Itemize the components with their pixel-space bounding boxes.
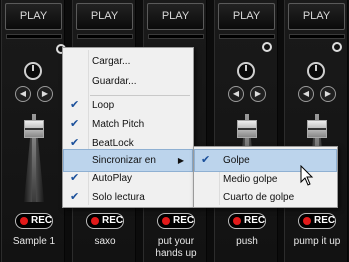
indicator-led bbox=[262, 42, 272, 52]
gain-knob[interactable] bbox=[307, 62, 325, 80]
record-dot-icon bbox=[233, 217, 241, 225]
level-meter bbox=[6, 34, 62, 39]
volume-fader-handle[interactable] bbox=[24, 120, 44, 138]
deck-name: push bbox=[236, 236, 258, 247]
indicator-led bbox=[332, 42, 342, 52]
prev-arrow-icon[interactable]: ◀ bbox=[15, 86, 31, 102]
rec-button[interactable]: REC bbox=[298, 213, 336, 229]
mouse-pointer-icon bbox=[300, 165, 314, 186]
submenu-item-cuarto-de-golpe[interactable]: Cuarto de golpe bbox=[194, 186, 337, 209]
play-button[interactable]: PLAY bbox=[5, 3, 62, 30]
rec-button[interactable]: REC bbox=[228, 213, 266, 229]
menu-item-solo-lectura[interactable]: ✔ Solo lectura bbox=[63, 186, 193, 209]
record-dot-icon bbox=[162, 217, 170, 225]
sync-submenu: ✔ Golpe Medio golpe Cuarto de golpe bbox=[193, 146, 338, 208]
play-button[interactable]: PLAY bbox=[147, 3, 204, 30]
next-arrow-icon[interactable]: ▶ bbox=[37, 86, 53, 102]
rec-button[interactable]: REC bbox=[157, 213, 195, 229]
volume-fader-handle[interactable] bbox=[307, 120, 327, 138]
context-menu: Cargar... Guardar... ✔ Loop ✔ Match Pitch … bbox=[62, 47, 194, 208]
prev-arrow-icon[interactable]: ◀ bbox=[298, 86, 314, 102]
level-meter bbox=[77, 34, 133, 39]
deck-strip-5: PLAY ◀ ▶ REC pump it up bbox=[284, 0, 348, 262]
play-button[interactable]: PLAY bbox=[76, 3, 133, 30]
record-dot-icon bbox=[303, 217, 311, 225]
gain-knob[interactable] bbox=[237, 62, 255, 80]
level-meter bbox=[289, 34, 345, 39]
record-dot-icon bbox=[20, 217, 28, 225]
record-dot-icon bbox=[91, 217, 99, 225]
next-arrow-icon[interactable]: ▶ bbox=[250, 86, 266, 102]
deck-strip-1: PLAY ◀ ▶ REC Sample 1 bbox=[1, 0, 65, 262]
gain-knob[interactable] bbox=[24, 62, 42, 80]
deck-name: Sample 1 bbox=[12, 236, 56, 247]
deck-name: pump it up bbox=[293, 236, 341, 247]
play-button[interactable]: PLAY bbox=[288, 3, 345, 30]
rec-button[interactable]: REC bbox=[15, 213, 53, 229]
play-button[interactable]: PLAY bbox=[218, 3, 275, 30]
deck-name: put your hands up bbox=[155, 236, 197, 259]
level-meter bbox=[219, 34, 275, 39]
volume-fader-handle[interactable] bbox=[237, 120, 257, 138]
next-arrow-icon[interactable]: ▶ bbox=[320, 86, 336, 102]
menu-item-guardar[interactable]: Guardar... bbox=[63, 70, 193, 93]
rec-button[interactable]: REC bbox=[86, 213, 124, 229]
deck-strip-4: PLAY ◀ ▶ REC push bbox=[214, 0, 278, 262]
checkmark-icon: ✔ bbox=[70, 191, 80, 203]
prev-arrow-icon[interactable]: ◀ bbox=[228, 86, 244, 102]
deck-name: saxo bbox=[94, 236, 116, 247]
level-meter bbox=[148, 34, 204, 39]
